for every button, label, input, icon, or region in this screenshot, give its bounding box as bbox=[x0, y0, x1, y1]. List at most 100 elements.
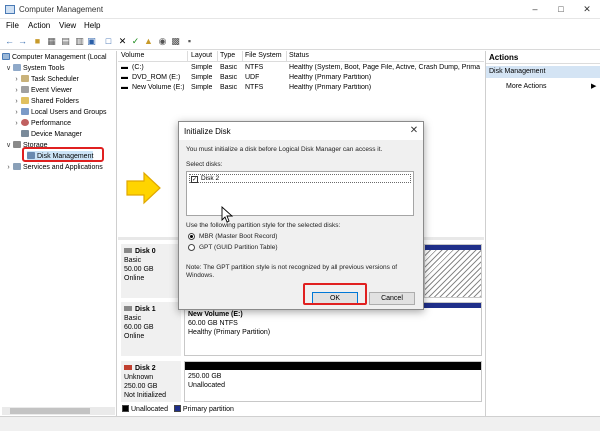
tree-item-local-users[interactable]: › Local Users and Groups bbox=[12, 107, 106, 118]
column-status[interactable]: Status bbox=[289, 52, 309, 59]
dialog-close-button[interactable]: ✕ bbox=[407, 124, 421, 138]
initialize-disk-dialog: Initialize Disk ✕ You must initialize a … bbox=[178, 121, 424, 310]
partition-style-label: Use the following partition style for th… bbox=[186, 222, 341, 229]
chevron-right-icon: › bbox=[15, 87, 18, 94]
clock-icon bbox=[21, 75, 29, 82]
device-manager-icon bbox=[21, 130, 29, 137]
menu-bar: File Action View Help bbox=[0, 19, 600, 33]
disk-1-partition[interactable]: New Volume (E:) 60.00 GB NTFS Healthy (P… bbox=[184, 302, 482, 356]
annotation-arrow-icon bbox=[126, 171, 161, 205]
forward-icon[interactable]: → bbox=[17, 36, 28, 47]
note-text-line1: Note: The GPT partition style is not rec… bbox=[186, 264, 398, 271]
disk-0-label[interactable]: Disk 0 Basic 50.00 GB Online bbox=[121, 244, 181, 298]
maximize-button[interactable]: □ bbox=[552, 2, 570, 16]
scrollbar-thumb[interactable] bbox=[10, 408, 90, 414]
dialog-body: You must initialize a disk before Logica… bbox=[179, 140, 423, 309]
tree-item-root[interactable]: Computer Management (Local bbox=[2, 52, 107, 63]
legend-unallocated-label: Unallocated bbox=[131, 406, 168, 413]
actions-section-disk-management[interactable]: Disk Management bbox=[486, 66, 600, 78]
menu-action[interactable]: Action bbox=[28, 21, 50, 30]
legend-primary-label: Primary partition bbox=[182, 406, 234, 413]
mouse-cursor-icon bbox=[221, 206, 234, 223]
chevron-down-icon: ∨ bbox=[5, 142, 12, 149]
menu-view[interactable]: View bbox=[59, 21, 76, 30]
event-icon bbox=[21, 86, 29, 93]
back-icon[interactable]: ← bbox=[4, 36, 15, 47]
close-button[interactable]: ✕ bbox=[578, 2, 596, 16]
column-volume[interactable]: Volume bbox=[121, 52, 144, 59]
tree-item-performance[interactable]: › Performance bbox=[12, 118, 71, 129]
chevron-right-icon: › bbox=[15, 120, 18, 127]
tree-item-event-viewer[interactable]: › Event Viewer bbox=[12, 85, 72, 96]
properties-icon[interactable]: ▤ bbox=[60, 36, 71, 47]
disk-2-partition[interactable]: 250.00 GB Unallocated bbox=[184, 361, 482, 402]
menu-file[interactable]: File bbox=[6, 21, 19, 30]
tree-item-system-tools[interactable]: ∨ System Tools bbox=[4, 63, 65, 74]
disk-1-label[interactable]: Disk 1 Basic 60.00 GB Online bbox=[121, 302, 181, 356]
disk-list-item[interactable]: ✓ Disk 2 bbox=[189, 174, 411, 183]
menu-help[interactable]: Help bbox=[84, 21, 100, 30]
mbr-label[interactable]: MBR (Master Boot Record) bbox=[199, 233, 277, 240]
toolbar: ← → ■ ▦ ▤ ▥ ▣ □ ✕ ✓ ▲ ◉ ▩ ▪ bbox=[0, 33, 600, 50]
disk-0-partition-hatched[interactable] bbox=[424, 244, 482, 298]
gpt-radio[interactable] bbox=[188, 244, 195, 251]
help-button-icon[interactable]: □ bbox=[103, 36, 114, 47]
tree-item-task-scheduler[interactable]: › Task Scheduler bbox=[12, 74, 79, 85]
dvd-icon: ▬ bbox=[121, 74, 128, 81]
volume-row[interactable]: ▬ New Volume (E:) Simple Basic NTFS Heal… bbox=[118, 83, 484, 93]
tree-horizontal-scrollbar[interactable] bbox=[2, 407, 115, 415]
legend-unallocated-swatch bbox=[122, 405, 129, 412]
select-disks-label: Select disks: bbox=[186, 161, 223, 168]
title-bar: Computer Management – □ ✕ bbox=[0, 0, 600, 19]
chevron-right-icon: › bbox=[7, 164, 10, 171]
help-icon[interactable]: ▥ bbox=[74, 36, 85, 47]
more-actions-link[interactable]: More Actions bbox=[506, 83, 546, 90]
services-icon bbox=[13, 163, 21, 170]
chevron-right-icon: › bbox=[15, 76, 18, 83]
chevron-right-icon: › bbox=[15, 109, 18, 116]
chevron-down-icon: ∨ bbox=[5, 65, 12, 72]
column-file-system[interactable]: File System bbox=[245, 52, 282, 59]
minimize-button[interactable]: – bbox=[526, 2, 544, 16]
storage-icon bbox=[13, 141, 21, 148]
computer-icon bbox=[2, 53, 10, 60]
gpt-label[interactable]: GPT (GUID Partition Table) bbox=[199, 244, 278, 251]
up-folder-icon[interactable]: ■ bbox=[32, 36, 43, 47]
chevron-right-icon: › bbox=[15, 98, 18, 105]
actions-header: Actions bbox=[486, 51, 600, 64]
save-icon[interactable]: ▩ bbox=[170, 36, 181, 47]
check-icon[interactable]: ✓ bbox=[130, 36, 141, 47]
computer-management-icon bbox=[5, 5, 15, 14]
actions-panel: Actions Disk Management More Actions ▶ bbox=[485, 51, 600, 416]
disk-2-checkbox[interactable]: ✓ bbox=[191, 176, 198, 183]
volume-row[interactable]: ▬ DVD_ROM (E:) Simple Basic UDF Healthy … bbox=[118, 73, 484, 83]
disk-warning-icon bbox=[124, 365, 132, 370]
search-icon[interactable]: ◉ bbox=[157, 36, 168, 47]
legend-primary-swatch bbox=[173, 405, 181, 412]
chevron-right-icon: ▶ bbox=[591, 83, 597, 90]
tree-item-device-manager[interactable]: Device Manager bbox=[21, 129, 82, 140]
disk-management-highlight-box bbox=[22, 147, 104, 162]
properties-sheet-icon[interactable]: ▣ bbox=[86, 36, 97, 47]
settings-icon[interactable]: ▪ bbox=[184, 36, 195, 47]
open-folder-icon[interactable]: ▲ bbox=[143, 36, 154, 47]
legend: Unallocated Primary partition bbox=[118, 403, 484, 416]
console-tree-icon[interactable]: ▦ bbox=[46, 36, 57, 47]
drive-icon: ▬ bbox=[121, 64, 128, 71]
column-layout[interactable]: Layout bbox=[191, 52, 212, 59]
cancel-button[interactable]: Cancel bbox=[369, 292, 415, 305]
folder-icon bbox=[21, 97, 29, 104]
tree-item-shared-folders[interactable]: › Shared Folders bbox=[12, 96, 79, 107]
users-icon bbox=[21, 108, 29, 115]
disk-2-label[interactable]: Disk 2 Unknown 250.00 GB Not Initialized bbox=[121, 361, 181, 402]
dialog-title: Initialize Disk bbox=[184, 127, 231, 136]
dialog-intro-text: You must initialize a disk before Logica… bbox=[186, 146, 383, 153]
column-type[interactable]: Type bbox=[220, 52, 235, 59]
volume-list-header: Volume Layout Type File System Status bbox=[118, 51, 484, 62]
volume-row[interactable]: ▬ (C:) Simple Basic NTFS Healthy (System… bbox=[118, 63, 484, 73]
mbr-radio[interactable] bbox=[188, 233, 195, 240]
tools-icon bbox=[13, 64, 21, 71]
tree-item-services[interactable]: › Services and Applications bbox=[4, 162, 103, 173]
drive-icon: ▬ bbox=[121, 84, 128, 91]
delete-icon[interactable]: ✕ bbox=[117, 36, 128, 47]
